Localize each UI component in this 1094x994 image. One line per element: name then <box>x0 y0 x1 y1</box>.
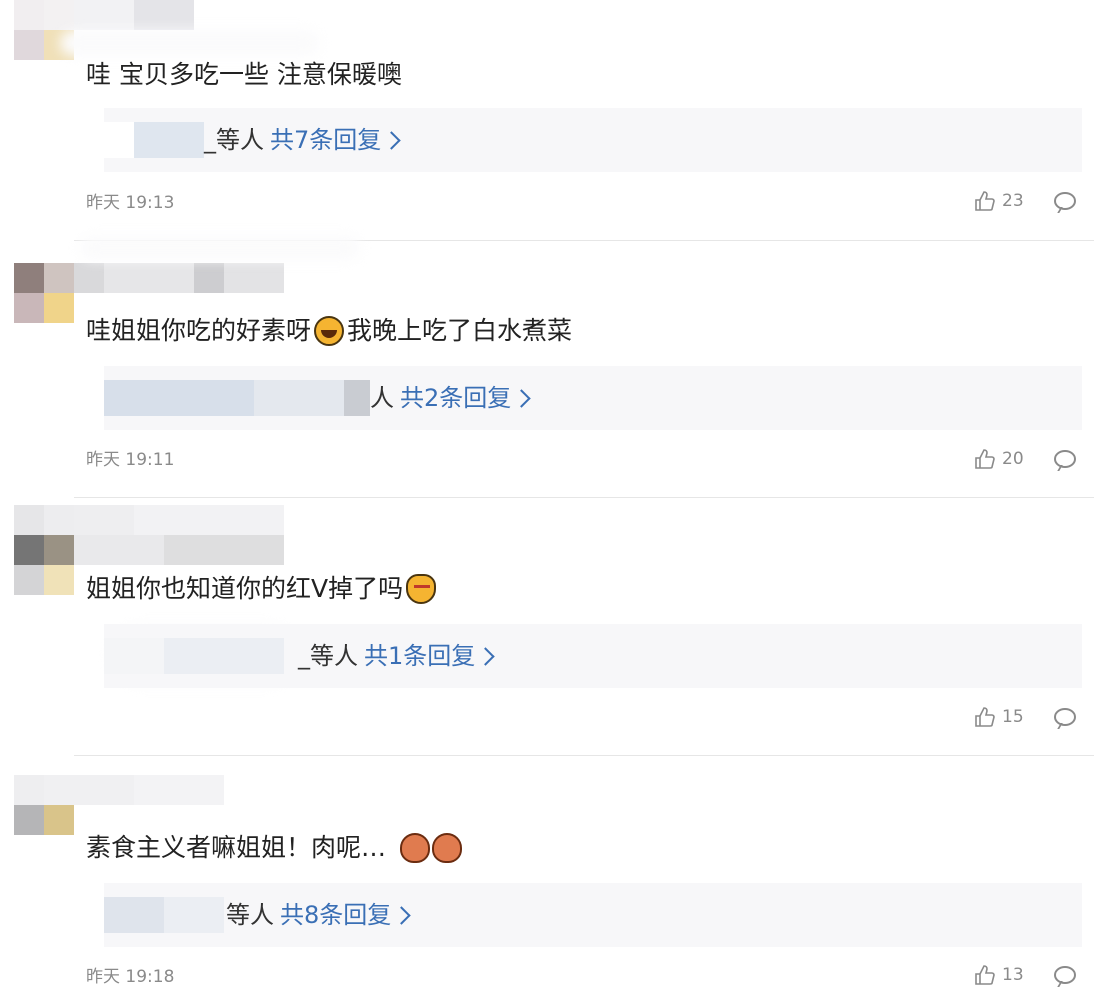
like-count: 15 <box>1002 707 1024 727</box>
comment-bubble-icon[interactable] <box>1054 966 1076 984</box>
reply-summary[interactable]: 人 共2条回复 <box>370 382 531 414</box>
avatar[interactable] <box>14 505 74 565</box>
comment-text-body: 姐姐你也知道你的红V掉了吗 <box>86 574 404 603</box>
avatar-extra <box>14 565 74 595</box>
like-count: 13 <box>1002 965 1024 985</box>
reply-prefix: 等人 <box>226 901 274 929</box>
comment-bubble-icon[interactable] <box>1054 450 1076 468</box>
thumbs-up-icon[interactable] <box>974 190 996 212</box>
blur-mask <box>80 236 360 260</box>
thumbs-up-icon[interactable] <box>974 964 996 986</box>
thumbs-up-icon[interactable] <box>974 706 996 728</box>
timestamp: 昨天 19:18 <box>86 967 175 987</box>
username-blurred[interactable] <box>74 0 194 30</box>
comment-text: 姐姐你也知道你的红V掉了吗 <box>86 574 439 604</box>
reply-user-blurred <box>104 638 284 674</box>
comment-text: 素食主义者嘛姐姐！肉呢… <box>86 833 464 863</box>
reply-user-blurred <box>104 380 370 416</box>
chevron-right-icon <box>392 905 411 925</box>
avatar[interactable] <box>14 775 74 835</box>
chevron-right-icon <box>382 130 401 150</box>
comment-bubble-icon[interactable] <box>1054 708 1076 726</box>
comment-text-body: 素食主义者嘛姐姐！肉呢… <box>86 833 387 862</box>
timestamp: 昨天 19:13 <box>86 193 175 213</box>
comment-actions: 20 <box>974 448 1076 470</box>
username-blurred[interactable] <box>74 775 224 805</box>
comment-text-body-a: 哇姐姐你吃的好素呀 <box>86 316 312 345</box>
reply-count-link[interactable]: 共7条回复 <box>270 124 381 156</box>
username-blurred-2 <box>74 535 284 565</box>
reply-count-link[interactable]: 共2条回复 <box>400 382 511 414</box>
laughing-tears-emoji <box>314 316 345 346</box>
username-blurred[interactable] <box>74 263 284 293</box>
reply-count-link[interactable]: 共8条回复 <box>280 899 391 931</box>
divider <box>74 755 1094 756</box>
comment-actions: 23 <box>974 190 1076 212</box>
reply-prefix: _等人 <box>298 642 358 670</box>
chevron-right-icon <box>476 646 495 666</box>
reply-summary[interactable]: 等人 共8条回复 <box>226 899 411 931</box>
heart-emoji-2 <box>432 833 463 863</box>
blur-mask <box>60 30 320 56</box>
comment-text: 哇姐姐你吃的好素呀 我晚上吃了白水煮菜 <box>86 316 572 346</box>
reply-count-link[interactable]: 共1条回复 <box>364 640 475 672</box>
comment-text-body-b: 我晚上吃了白水煮菜 <box>347 316 573 345</box>
username-blurred[interactable] <box>74 505 284 535</box>
reply-user-blurred <box>104 897 224 933</box>
bear-heart-emoji <box>400 833 464 863</box>
comment-actions: 15 <box>974 706 1076 728</box>
reply-preview[interactable]: 等人 共8条回复 <box>104 883 1082 947</box>
chevron-right-icon <box>512 388 531 408</box>
avatar[interactable] <box>14 263 74 323</box>
reply-preview[interactable]: _等人 共7条回复 <box>104 108 1082 172</box>
comment-bubble-icon[interactable] <box>1054 192 1076 210</box>
reply-summary[interactable]: _等人 共7条回复 <box>204 124 401 156</box>
reply-user-blurred <box>104 122 204 158</box>
comment-text-body: 哇 宝贝多吃一些 注意保暖噢 <box>86 60 402 89</box>
divider <box>74 497 1094 498</box>
reply-prefix: 人 <box>370 384 394 412</box>
thumbs-up-icon[interactable] <box>974 448 996 470</box>
heart-emoji-1 <box>400 833 431 863</box>
reply-summary[interactable]: _等人 共1条回复 <box>298 640 495 672</box>
reply-preview[interactable]: 人 共2条回复 <box>104 366 1082 430</box>
comment-actions: 13 <box>974 964 1076 986</box>
reply-preview[interactable]: _等人 共1条回复 <box>104 624 1082 688</box>
timestamp: 昨天 19:11 <box>86 450 175 470</box>
comment-text: 哇 宝贝多吃一些 注意保暖噢 <box>86 60 402 90</box>
cat-emoji <box>406 574 437 604</box>
reply-prefix: _等人 <box>204 126 264 154</box>
like-count: 20 <box>1002 449 1024 469</box>
like-count: 23 <box>1002 191 1024 211</box>
